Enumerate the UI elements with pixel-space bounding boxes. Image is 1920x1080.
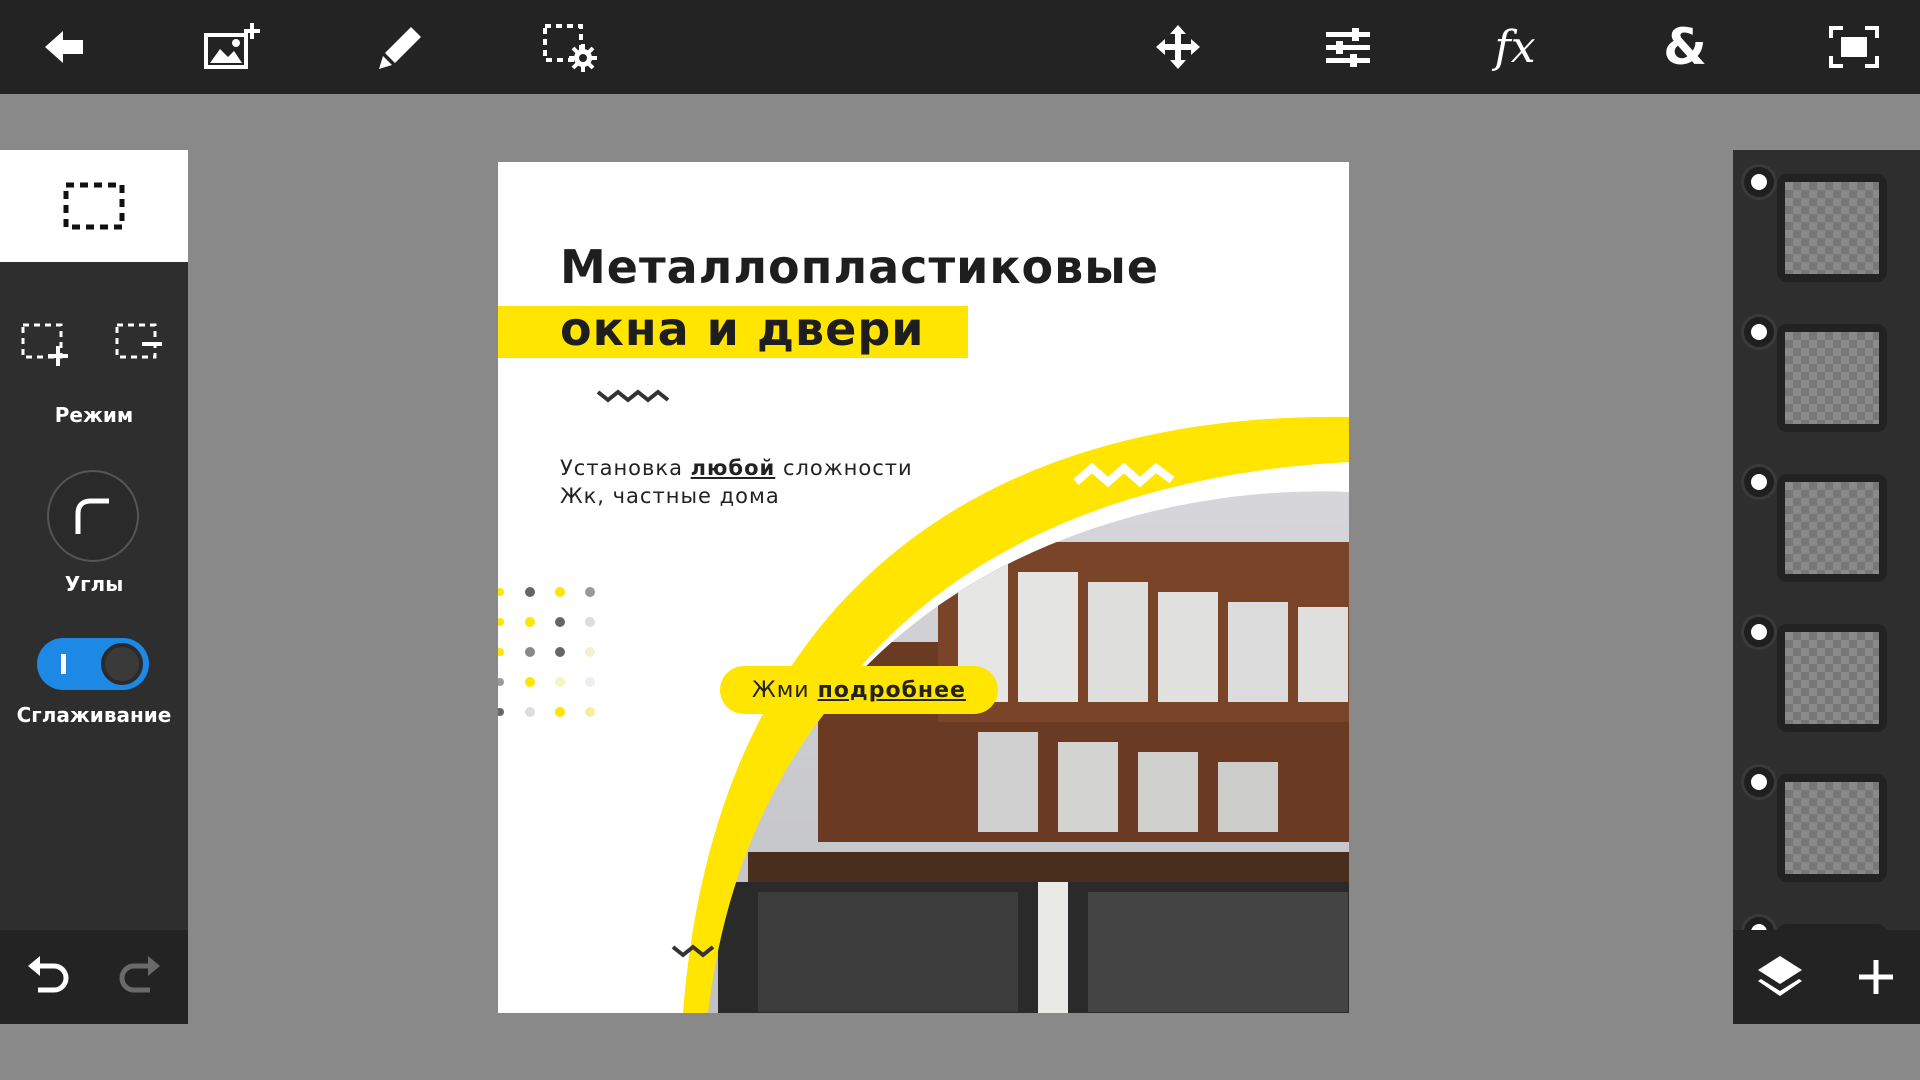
rect-select-icon [63, 182, 125, 230]
layer-item[interactable] [1733, 606, 1920, 748]
layer-item[interactable] [1733, 456, 1920, 598]
layer-item[interactable] [1733, 906, 1920, 930]
dot-grid [498, 587, 595, 717]
layer-visibility-toggle[interactable] [1741, 164, 1777, 200]
mode-label: Режим [54, 403, 134, 427]
cta-emphasis: подробнее [817, 677, 966, 703]
fx-icon: fx [1494, 21, 1536, 73]
document-canvas[interactable]: Металлопластиковые окна и двери Установк… [498, 162, 1349, 1013]
selection-settings-button[interactable] [534, 12, 604, 82]
move-button[interactable] [1143, 12, 1213, 82]
fit-screen-icon [1829, 26, 1879, 68]
undo-icon [28, 956, 69, 993]
layers-button[interactable] [1755, 952, 1805, 1002]
fit-screen-button[interactable] [1819, 12, 1889, 82]
undo-button[interactable] [24, 952, 74, 1002]
layer-visibility-toggle[interactable] [1741, 764, 1777, 800]
layer-visibility-toggle[interactable] [1741, 464, 1777, 500]
subtitle-line-2: Жк, частные дома [560, 484, 780, 508]
move-icon [1156, 25, 1200, 69]
toggle-on-mark [61, 654, 66, 674]
brush-button[interactable] [366, 12, 436, 82]
plus-icon [1859, 960, 1893, 994]
layer-visibility-toggle[interactable] [1741, 314, 1777, 350]
back-button[interactable] [30, 12, 100, 82]
corners-button[interactable] [47, 470, 139, 562]
add-image-icon [204, 23, 260, 69]
smoothing-toggle[interactable] [37, 638, 149, 690]
rect-select-tool[interactable] [0, 150, 188, 262]
layer-thumbnail[interactable] [1777, 474, 1887, 582]
layer-thumbnail[interactable] [1777, 774, 1887, 882]
blend-icon: & [1663, 18, 1707, 76]
back-icon [45, 31, 83, 63]
redo-button[interactable] [114, 952, 164, 1002]
redo-icon [119, 956, 160, 993]
layers-panel [1733, 150, 1920, 930]
history-bar [0, 930, 188, 1024]
add-layer-button[interactable] [1851, 952, 1901, 1002]
layer-visibility-toggle[interactable] [1741, 914, 1777, 930]
add-selection-button[interactable] [20, 322, 70, 366]
subtract-selection-button[interactable] [114, 322, 164, 366]
selection-tool-panel: Режим Углы Сглаживание [0, 150, 188, 930]
layer-thumbnail[interactable] [1777, 174, 1887, 282]
adjustments-icon [1326, 28, 1370, 67]
corners-label: Углы [64, 572, 124, 596]
layers-bottom-bar [1733, 930, 1920, 1024]
subtitle-emphasis: любой [690, 456, 776, 480]
adjustments-button[interactable] [1313, 12, 1383, 82]
add-selection-icon [21, 323, 68, 366]
subtitle-line-1: Установка любой сложности [560, 456, 913, 480]
smoothing-label: Сглаживание [16, 703, 172, 727]
layer-item[interactable] [1733, 156, 1920, 298]
title-line-1: Металлопластиковые [560, 240, 1160, 294]
top-toolbar: fx & [0, 0, 1920, 94]
fx-button[interactable]: fx [1480, 12, 1550, 82]
title-line-2: окна и двери [560, 302, 925, 356]
cta-button[interactable]: Жми подробнее [720, 666, 998, 714]
add-image-button[interactable] [198, 12, 268, 82]
toggle-knob [101, 643, 143, 685]
layer-visibility-toggle[interactable] [1741, 614, 1777, 650]
layers-icon [1758, 956, 1802, 996]
brush-icon [379, 27, 421, 69]
layer-thumbnail[interactable] [1777, 324, 1887, 432]
blend-button[interactable]: & [1650, 12, 1720, 82]
layer-thumbnail[interactable] [1777, 624, 1887, 732]
selection-settings-icon [543, 24, 597, 72]
layer-item[interactable] [1733, 306, 1920, 448]
subtract-selection-icon [115, 323, 162, 359]
rounded-corner-icon [75, 498, 109, 534]
layer-item[interactable] [1733, 756, 1920, 898]
